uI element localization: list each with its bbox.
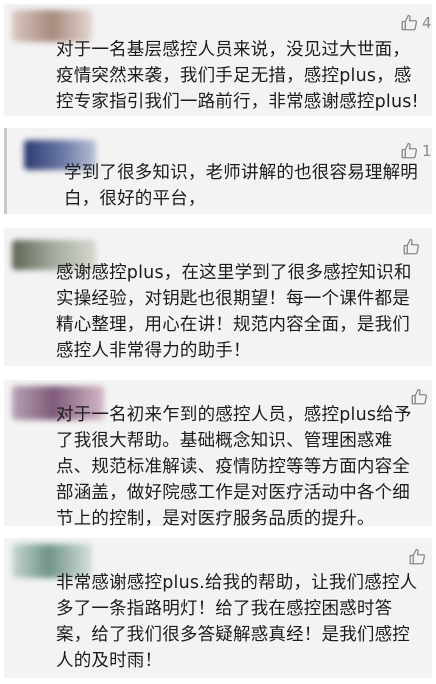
like-button[interactable]: 1: [400, 142, 432, 160]
like-button[interactable]: [402, 238, 420, 256]
comment-card: 感谢感控plus，在这里学到了很多感控知识和 实操经验，对钥匙也很期望！每一个课…: [4, 228, 432, 366]
comment-card: 4 对于一名基层感控人员来说，没见过大世面， 疫情突然来袭，我们手足无措，感控p…: [4, 4, 432, 116]
thumbs-up-icon: [401, 14, 418, 31]
like-count: 1: [422, 142, 432, 160]
like-button[interactable]: [408, 548, 426, 566]
thumbs-up-icon: [403, 238, 420, 255]
thumbs-up-icon: [401, 142, 418, 159]
like-count: 4: [422, 14, 432, 32]
reply-card: 1 学到了很多知识，老师讲解的也很容易理解明 白，很好的平台，: [4, 128, 432, 214]
comment-card: 对于一名初来乍到的感控人员，感控plus给予 了我很大帮助。基础概念知识、管理困…: [4, 380, 432, 529]
comment-text: 对于一名初来乍到的感控人员，感控plus给予 了我很大帮助。基础概念知识、管理困…: [56, 405, 412, 529]
comment-card: 非常感谢感控plus.给我的帮助，让我们感控人 多了一条指路明灯！给了我在感控困…: [4, 538, 432, 678]
comments-list: 4 对于一名基层感控人员来说，没见过大世面， 疫情突然来袭，我们手足无措，感控p…: [0, 0, 436, 684]
thumbs-up-icon: [409, 548, 426, 565]
comment-text: 感谢感控plus，在这里学到了很多感控知识和 实操经验，对钥匙也很期望！每一个课…: [56, 263, 412, 361]
comment-text: 对于一名基层感控人员来说，没见过大世面， 疫情突然来袭，我们手足无措，感控plu…: [56, 40, 419, 112]
comment-text: 非常感谢感控plus.给我的帮助，让我们感控人 多了一条指路明灯！给了我在感控困…: [56, 573, 418, 671]
like-button[interactable]: 4: [400, 14, 432, 32]
reply-indicator-bar: [4, 128, 7, 214]
comment-text: 学到了很多知识，老师讲解的也很容易理解明 白，很好的平台，: [64, 163, 418, 209]
